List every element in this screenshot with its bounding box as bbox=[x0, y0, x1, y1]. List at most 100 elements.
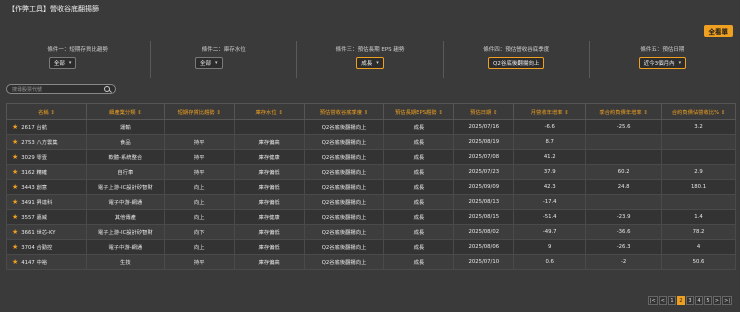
table-cell: 向上 bbox=[163, 194, 235, 210]
table-cell: Q2谷底後翻揚向上 bbox=[303, 254, 385, 270]
page-button[interactable]: >| bbox=[722, 296, 732, 305]
table-row[interactable]: ★ 3443 創意 電子上游-IC設計矽智財 向上 庫存偏低 Q2谷底後翻揚向上 成長 202… bbox=[6, 179, 736, 195]
col-header-contract-liability-ratio[interactable]: 合約負債佔營收比% ⇕ bbox=[661, 103, 736, 120]
table-cell: -26.3 bbox=[585, 239, 663, 255]
table-cell: 庫存偏低 bbox=[233, 194, 305, 210]
star-icon[interactable]: ★ bbox=[12, 138, 18, 146]
star-icon[interactable]: ★ bbox=[12, 198, 18, 206]
table-cell: 2025/08/19 bbox=[453, 134, 515, 150]
star-icon[interactable]: ★ bbox=[12, 153, 18, 161]
table-cell: Q2谷底後翻揚向上 bbox=[303, 119, 385, 135]
filter-5-value: 近今3個月內 bbox=[643, 61, 675, 67]
table-row[interactable]: ★ 3557 嘉威 其他傳產 向上 庫存健康 Q2谷底後翻揚向上 成長 2025/08/15-… bbox=[6, 209, 736, 225]
stock-name[interactable]: 3162 精確 bbox=[21, 170, 47, 176]
filter-4-select[interactable]: Q2谷底後翻揚向上 bbox=[488, 57, 545, 69]
table-cell: 庫存偏低 bbox=[233, 164, 305, 180]
table-cell: 成長 bbox=[383, 224, 455, 240]
table-cell: 運輸 bbox=[85, 119, 165, 135]
table-cell: 向上 bbox=[163, 209, 235, 225]
col-header-date[interactable]: 預估日期 ⇕ bbox=[453, 103, 515, 120]
table-cell bbox=[585, 194, 663, 210]
stock-name[interactable]: 3029 零壹 bbox=[21, 155, 47, 161]
table-cell: -2 bbox=[585, 254, 663, 270]
table-cell: 向下 bbox=[163, 224, 235, 240]
filter-2-value: 全部 bbox=[200, 61, 212, 67]
stock-name[interactable]: 3557 嘉威 bbox=[21, 215, 47, 221]
table-cell bbox=[661, 134, 736, 150]
stock-name[interactable]: 3704 合勤控 bbox=[21, 245, 52, 251]
table-cell: 37.9 bbox=[513, 164, 587, 180]
filter-2: 條件二：庫存水位 全部 ▾ bbox=[151, 41, 298, 78]
filter-1-select[interactable]: 全部 ▾ bbox=[48, 57, 77, 69]
stock-name[interactable]: 3443 創意 bbox=[21, 185, 47, 191]
table-row[interactable]: ★ 3162 精確 自行車 持平 庫存偏低 Q2谷底後翻揚向上 成長 2025/07/23 37… bbox=[6, 164, 736, 180]
table-row[interactable]: ★ 3661 世芯-KY 電子上游-IC設計矽智財 向下 庫存偏低 Q2谷底後翻揚向上 成長… bbox=[6, 224, 736, 240]
table-cell: 2025/07/08 bbox=[453, 149, 515, 165]
table-cell: 成長 bbox=[383, 239, 455, 255]
stock-name-cell: ★ 3491 昇達科 bbox=[6, 194, 87, 210]
filter-4: 條件四：預估營收谷底季度 Q2谷底後翻揚向上 bbox=[444, 41, 590, 78]
table-cell: -25.6 bbox=[585, 119, 663, 135]
table-cell: 41.2 bbox=[513, 149, 587, 165]
stock-name[interactable]: 3661 世芯-KY bbox=[21, 230, 55, 236]
col-header-monthly-revenue[interactable]: 月營收年增率 ⇕ bbox=[513, 103, 587, 120]
table-cell: 4 bbox=[661, 239, 736, 255]
stock-name[interactable]: 3491 昇達科 bbox=[21, 200, 52, 206]
page-button[interactable]: |< bbox=[647, 296, 658, 305]
table-row[interactable]: ★ 3704 合勤控 電子中游-網通 向上 庫存偏低 Q2谷底後翻揚向上 成長 2025/08… bbox=[6, 239, 736, 255]
table-cell: 24.8 bbox=[585, 179, 663, 195]
table-cell: 1.4 bbox=[661, 209, 736, 225]
table-cell: 2.9 bbox=[661, 164, 736, 180]
filter-bar: 條件一：短期存貨比趨勢 全部 ▾ 條件二：庫存水位 全部 ▾ 條件三：預估長期 EP… bbox=[5, 41, 735, 78]
page-button[interactable]: 4 bbox=[694, 296, 703, 305]
col-header-name[interactable]: 名稱 ⇕ bbox=[6, 103, 87, 120]
search-icon[interactable] bbox=[104, 86, 110, 92]
col-header-eps-trend[interactable]: 預估長期EPS趨勢 ⇕ bbox=[383, 103, 455, 120]
col-header-inventory-trend[interactable]: 短期存貨比趨勢 ⇕ bbox=[163, 103, 235, 120]
table-cell: 成長 bbox=[383, 119, 455, 135]
table-row[interactable]: ★ 3491 昇達科 電子中游-網通 向上 庫存偏低 Q2谷底後翻揚向上 成長 2025/08… bbox=[6, 194, 736, 210]
search-input[interactable]: 搜尋股票代號 bbox=[6, 84, 116, 94]
table-cell: 成長 bbox=[383, 179, 455, 195]
chevron-down-icon: ▾ bbox=[376, 60, 379, 66]
stock-name[interactable]: 4147 中裕 bbox=[21, 260, 47, 266]
table-cell: 生技 bbox=[85, 254, 165, 270]
page-button[interactable]: > bbox=[712, 296, 722, 305]
star-icon[interactable]: ★ bbox=[12, 213, 18, 221]
table-cell: 成長 bbox=[383, 164, 455, 180]
page-button[interactable]: < bbox=[658, 296, 667, 305]
table-cell: 電子中游-網通 bbox=[85, 239, 165, 255]
star-icon[interactable]: ★ bbox=[12, 228, 18, 236]
star-icon[interactable]: ★ bbox=[12, 243, 18, 251]
view-all-button[interactable]: 全看單 bbox=[703, 25, 733, 37]
star-icon[interactable]: ★ bbox=[12, 258, 18, 266]
filter-5-select[interactable]: 近今3個月內 ▾ bbox=[638, 57, 687, 69]
stock-name[interactable]: 2617 台航 bbox=[21, 125, 47, 131]
col-header-industry[interactable]: 細產業分類 ⇕ bbox=[85, 103, 165, 120]
star-icon[interactable]: ★ bbox=[12, 123, 18, 131]
filter-3-select[interactable]: 成長 ▾ bbox=[356, 57, 384, 69]
table-cell bbox=[661, 194, 736, 210]
filter-2-select[interactable]: 全部 ▾ bbox=[195, 57, 223, 69]
stock-name[interactable]: 2753 八方雲集 bbox=[21, 140, 57, 146]
table-row[interactable]: ★ 2617 台航 運輸 Q2谷底後翻揚向上 成長 2025/07/16 -6.6 -25.6… bbox=[6, 119, 736, 135]
table-row[interactable]: ★ 3029 零壹 軟體-系統整合 持平 庫存健康 Q2谷底後翻揚向上 成長 2025/07/… bbox=[6, 149, 736, 165]
table-cell bbox=[585, 134, 663, 150]
table-row[interactable]: ★ 2753 八方雲集 食品 持平 庫存偏高 Q2谷底後翻揚向上 成長 2025/08/19 8… bbox=[6, 134, 736, 150]
pagination: |< <1 2 3 4 5 > >| bbox=[647, 296, 732, 305]
star-icon[interactable]: ★ bbox=[12, 183, 18, 191]
table-cell: 電子上游-IC設計矽智財 bbox=[85, 179, 165, 195]
star-icon[interactable]: ★ bbox=[12, 168, 18, 176]
table-cell: 庫存偏低 bbox=[233, 224, 305, 240]
page-button[interactable]: 1 bbox=[667, 296, 676, 305]
col-header-inventory-level[interactable]: 庫存水位 ⇕ bbox=[233, 103, 305, 120]
col-header-contract-liability-growth[interactable]: 季合約負債年增率 ⇕ bbox=[585, 103, 663, 120]
page-button[interactable]: 3 bbox=[685, 296, 694, 305]
table-row[interactable]: ★ 4147 中裕 生技 持平 庫存偏高 Q2谷底後翻揚向上 成長 2025/07/10 0.6… bbox=[6, 254, 736, 270]
filter-1: 條件一：短期存貨比趨勢 全部 ▾ bbox=[5, 41, 152, 78]
page-button[interactable]: 5 bbox=[703, 296, 712, 305]
table-cell: 持平 bbox=[163, 164, 235, 180]
col-header-revenue-bottom[interactable]: 預估營收谷底季度 ⇕ bbox=[303, 103, 385, 120]
stock-name-cell: ★ 2617 台航 bbox=[6, 119, 87, 135]
page-button[interactable]: 2 bbox=[676, 296, 685, 305]
